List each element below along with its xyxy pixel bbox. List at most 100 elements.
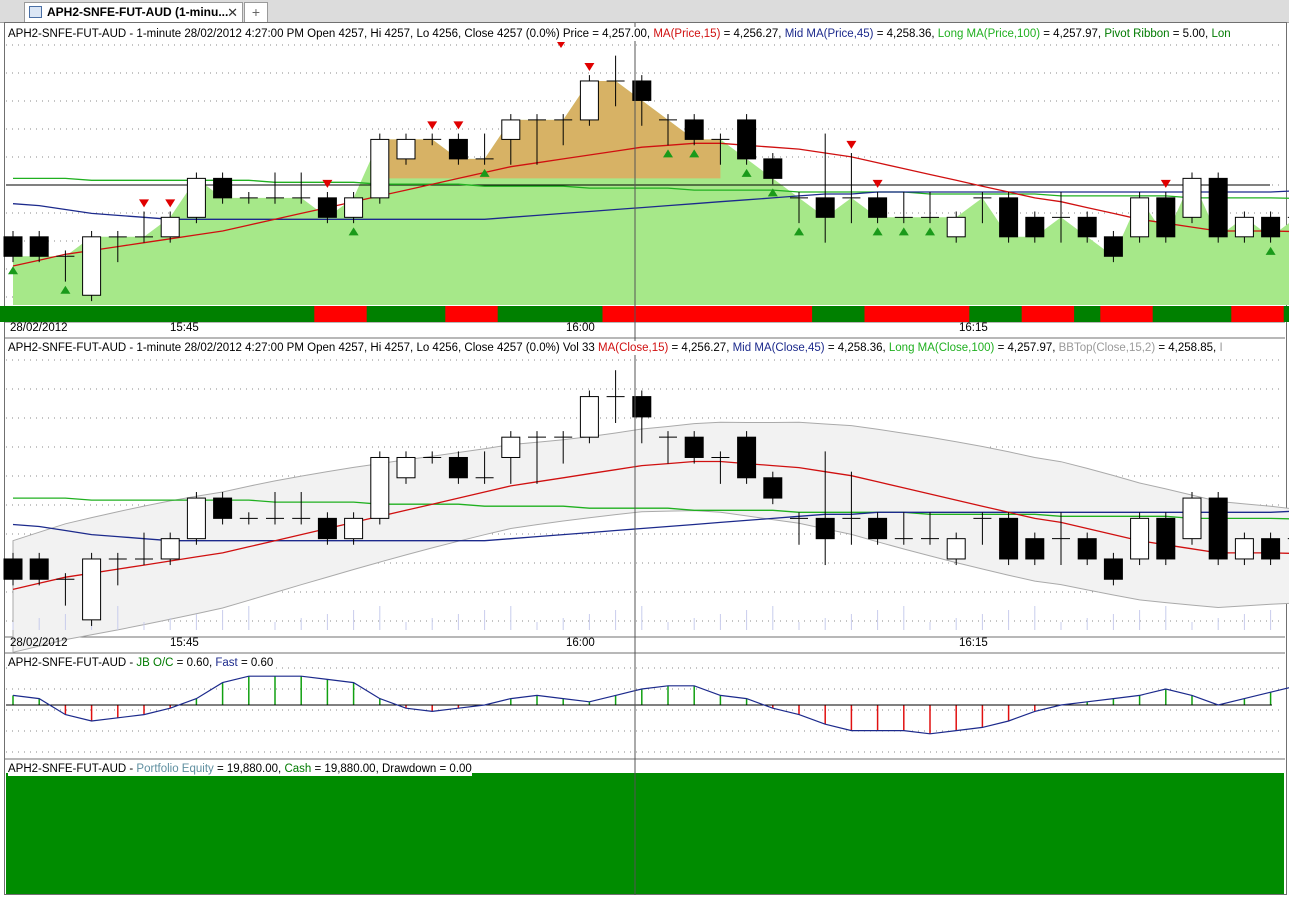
legend-bb-value: = 4,258.85, bbox=[1155, 342, 1220, 354]
legend-equity-label: Portfolio Equity bbox=[136, 763, 214, 775]
volume-panel-candle bbox=[1234, 538, 1254, 560]
pivot-ribbon-segment bbox=[916, 306, 944, 322]
jb-panel-legend: APH2-SNFE-FUT-AUD - JB O/C = 0.60, Fast … bbox=[8, 656, 274, 670]
pivot-ribbon-segment bbox=[1047, 306, 1075, 322]
volume-panel-legend: APH2-SNFE-FUT-AUD - 1-minute 28/02/2012 … bbox=[8, 341, 1223, 355]
legend-ma-label: MA(Price,15) bbox=[653, 28, 721, 40]
volume-panel-candle bbox=[160, 538, 180, 560]
price-candle bbox=[1208, 177, 1228, 238]
sell-signal-marker bbox=[165, 199, 176, 208]
legend-long-label: Long MA(Price,100) bbox=[937, 28, 1041, 40]
pivot-ribbon-segment bbox=[1074, 306, 1101, 322]
legend-trail: I bbox=[1219, 342, 1223, 354]
sell-signal-marker bbox=[846, 140, 857, 149]
volume-panel-candle bbox=[1103, 558, 1123, 580]
price-candle bbox=[186, 177, 206, 218]
pivot-ribbon-segment bbox=[550, 306, 577, 322]
price-candle bbox=[317, 197, 337, 218]
pivot-ribbon-segment bbox=[1205, 306, 1232, 322]
volume-panel-candle bbox=[3, 558, 23, 580]
legend-ma-label: MA(Close,15) bbox=[598, 342, 669, 354]
pivot-ribbon-segment bbox=[969, 306, 996, 322]
price-candle bbox=[82, 236, 102, 296]
x-tick-label: 15:45 bbox=[170, 322, 199, 334]
sell-signal-marker bbox=[427, 121, 438, 130]
pivot-ribbon-segment bbox=[392, 306, 420, 322]
volume-panel-candle bbox=[344, 517, 364, 540]
volume-panel-candle bbox=[1077, 538, 1097, 560]
legend-prefix: APH2-SNFE-FUT-AUD - 1-minute 28/02/2012 … bbox=[8, 342, 599, 354]
equity-panel-legend: APH2-SNFE-FUT-AUD - Portfolio Equity = 1… bbox=[8, 762, 472, 776]
legend-long-label: Long MA(Close,100) bbox=[888, 342, 995, 354]
sell-signal-marker bbox=[584, 62, 595, 71]
pivot-ribbon-segment bbox=[314, 306, 341, 322]
volume-panel-candle bbox=[1156, 517, 1176, 560]
volume-panel-candle bbox=[1208, 497, 1228, 560]
volume-panel-candle bbox=[737, 436, 757, 479]
price-candle bbox=[868, 197, 888, 218]
legend-mid-label: Mid MA(Close,45) bbox=[732, 342, 825, 354]
pivot-ribbon-segment bbox=[838, 306, 865, 322]
portfolio-equity-area bbox=[6, 773, 1284, 894]
price-candle bbox=[370, 138, 390, 199]
legend-cash-label: Cash bbox=[284, 763, 312, 775]
pivot-ribbon-segment bbox=[1152, 306, 1180, 322]
pivot-ribbon-segment bbox=[995, 306, 1023, 322]
pivot-ribbon-segment bbox=[209, 306, 237, 322]
pivot-ribbon-segment bbox=[1283, 306, 1289, 322]
x-tick-date: 28/02/2012 bbox=[10, 322, 68, 334]
price-candle bbox=[213, 177, 233, 199]
price-rally-fill bbox=[379, 81, 721, 179]
pivot-ribbon-segment bbox=[890, 306, 918, 322]
legend-jb-label: JB O/C bbox=[136, 657, 174, 669]
volume-panel-candle bbox=[1025, 538, 1045, 560]
pivot-ribbon-segment bbox=[261, 306, 289, 322]
x-tick-label: 16:15 bbox=[959, 322, 988, 334]
volume-panel-candle bbox=[946, 538, 966, 560]
volume-panel-candle bbox=[999, 517, 1019, 560]
volume-panel-candle bbox=[186, 497, 206, 540]
pivot-ribbon-segment bbox=[681, 306, 708, 322]
pivot-ribbon-segment bbox=[288, 306, 315, 322]
volume-panel-candle bbox=[82, 558, 102, 621]
x-tick-label: 16:00 bbox=[566, 322, 595, 334]
volume-panel-candle bbox=[370, 456, 390, 519]
legend-cash-value: = 19,880.00, bbox=[311, 763, 382, 775]
pivot-ribbon-segment bbox=[157, 306, 184, 322]
price-candle bbox=[1182, 177, 1202, 218]
price-candle bbox=[448, 138, 468, 160]
volume-panel-candle bbox=[684, 436, 704, 458]
price-candle bbox=[1156, 197, 1176, 238]
pivot-ribbon-segment bbox=[1231, 306, 1258, 322]
pivot-ribbon-segment bbox=[576, 306, 603, 322]
legend-jb-value: = 0.60, bbox=[173, 657, 216, 669]
legend-trail: Lon bbox=[1211, 28, 1231, 40]
pivot-ribbon-segment bbox=[733, 306, 761, 322]
sell-signal-marker bbox=[1160, 179, 1171, 188]
price-candle bbox=[501, 119, 521, 140]
pivot-ribbon-segment bbox=[1100, 306, 1127, 322]
pivot-ribbon-segment bbox=[785, 306, 813, 322]
pivot-ribbon-segment bbox=[471, 306, 499, 322]
pivot-ribbon-segment bbox=[523, 306, 551, 322]
volume-panel-candle bbox=[29, 558, 49, 580]
pivot-ribbon-segment bbox=[1126, 306, 1154, 322]
pivot-ribbon-segment bbox=[104, 306, 132, 322]
price-candle bbox=[684, 119, 704, 140]
x-tick-label: 15:45 bbox=[170, 637, 199, 649]
x-tick-date: 28/02/2012 bbox=[10, 637, 68, 649]
price-candle bbox=[1025, 216, 1045, 238]
pivot-ribbon-segment bbox=[497, 306, 525, 322]
pivot-ribbon-segment bbox=[445, 306, 472, 322]
legend-equity-value: = 19,880.00, bbox=[213, 763, 285, 775]
legend-mid-value: = 4,258.36, bbox=[873, 28, 938, 40]
legend-bb-label: BBTop(Close,15,2) bbox=[1058, 342, 1156, 354]
price-candle bbox=[1261, 216, 1281, 238]
pivot-ribbon-segment bbox=[52, 306, 79, 322]
pivot-ribbon-segment bbox=[759, 306, 787, 322]
legend-prefix: APH2-SNFE-FUT-AUD - bbox=[8, 763, 137, 775]
legend-mid-label: Mid MA(Price,45) bbox=[784, 28, 874, 40]
legend-mid-value: = 4,258.36, bbox=[824, 342, 889, 354]
volume-panel-candle bbox=[448, 456, 468, 479]
sell-signal-marker bbox=[453, 121, 464, 130]
